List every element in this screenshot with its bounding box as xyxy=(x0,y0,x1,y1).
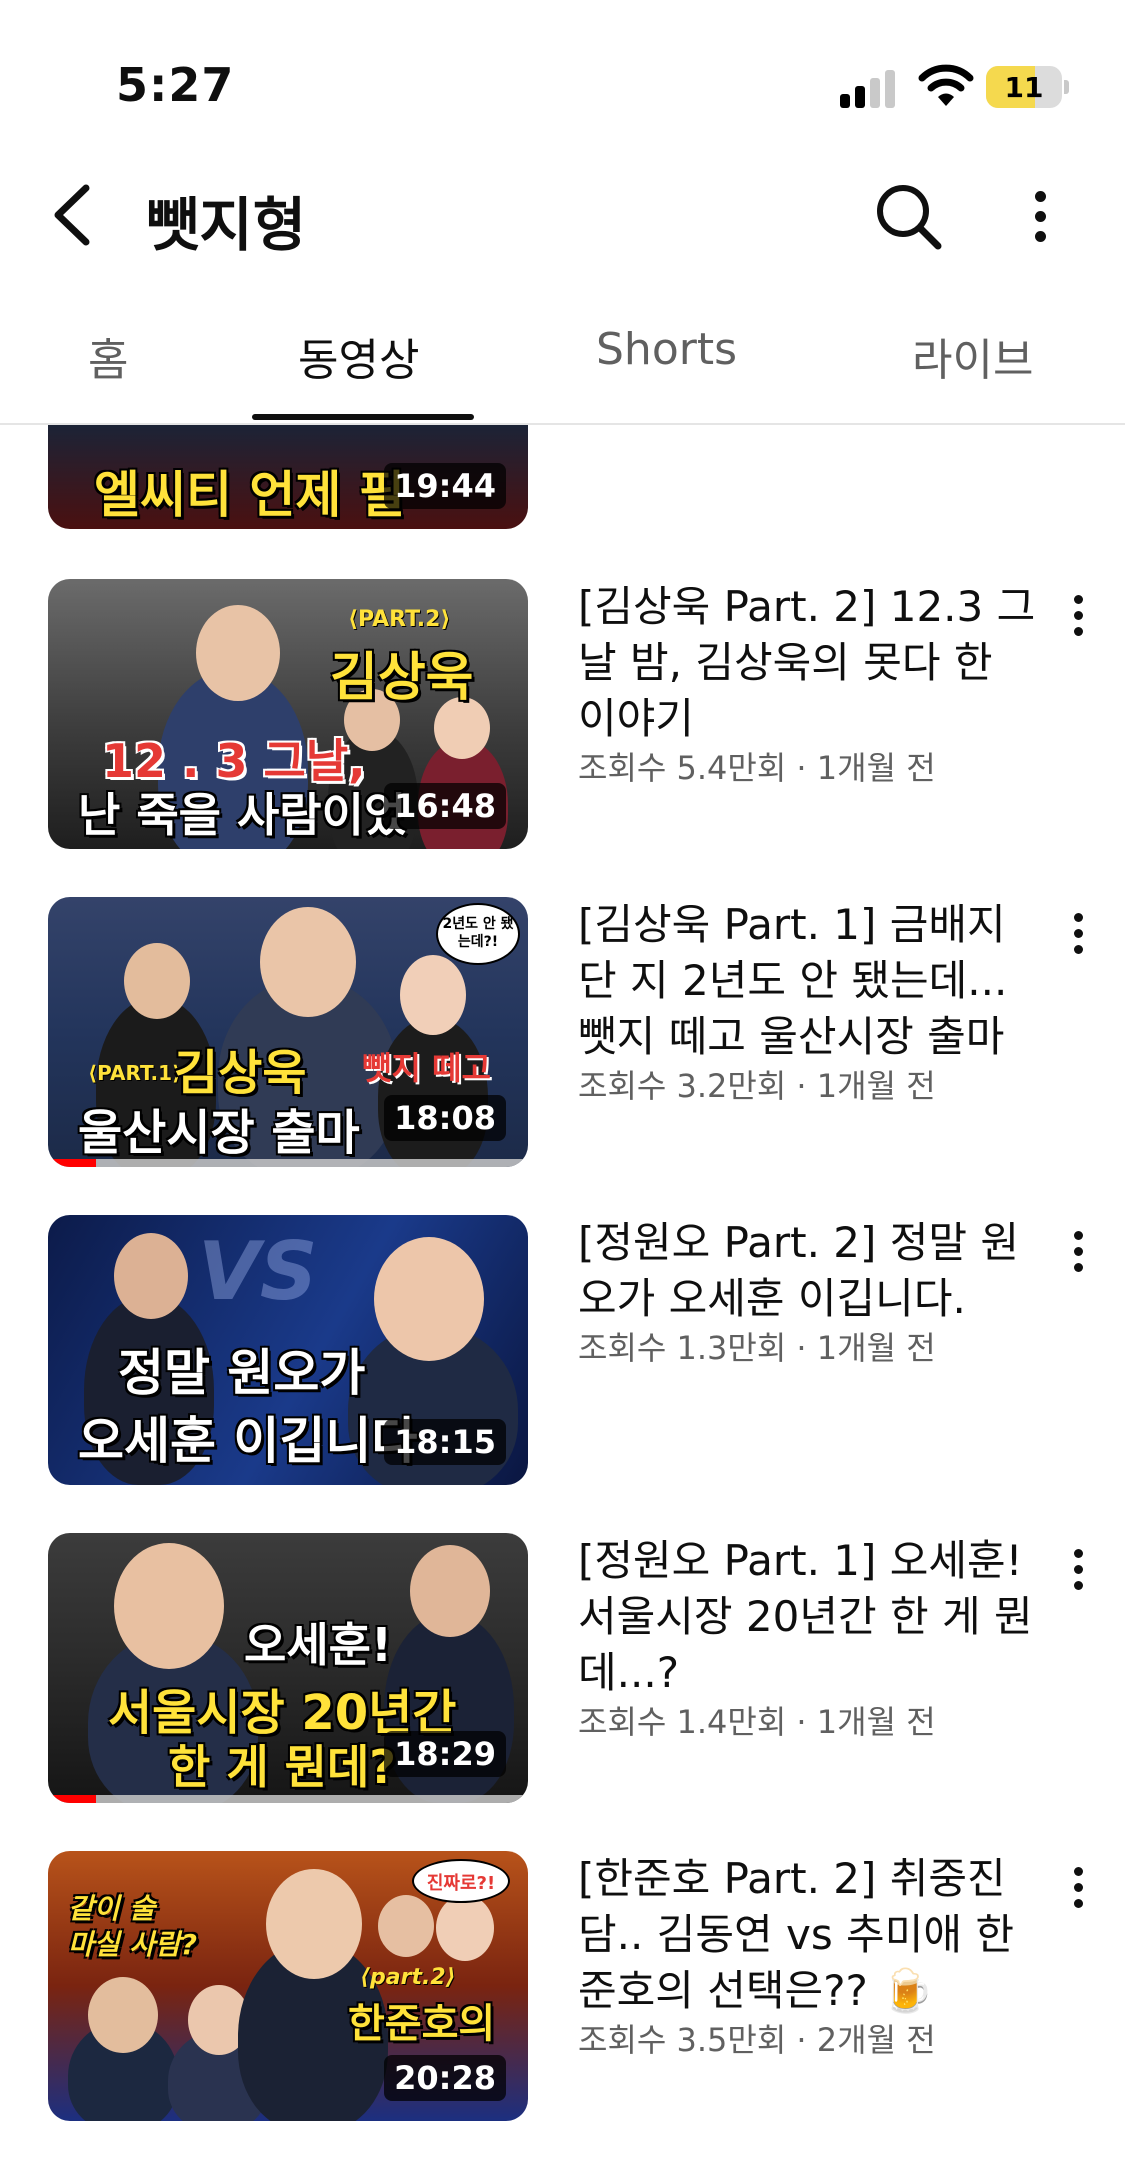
thumbnail-line2: 한 게 뭔데? xyxy=(168,1740,396,1794)
battery-tip xyxy=(1064,80,1069,94)
more-vert-icon xyxy=(1073,1548,1083,1558)
video-title[interactable]: [정원오 Part. 2] 정말 원오가 오세훈 이깁니다. xyxy=(578,1215,1038,1327)
video-duration: 16:48 xyxy=(384,783,506,829)
battery-icon: 11 xyxy=(986,66,1062,108)
more-options-button[interactable] xyxy=(1018,180,1062,252)
more-vert-icon xyxy=(1034,190,1046,202)
tab-shorts[interactable]: Shorts xyxy=(596,324,737,375)
video-info: [정원오 Part. 2] 정말 원오가 오세훈 이깁니다. 조회수 1.3만회… xyxy=(578,1215,1038,1369)
thumbnail-bubble: 진짜로?! xyxy=(426,1873,496,1894)
thumbnail-bubble: 2년도 안 됐는데?! xyxy=(442,916,514,950)
video-meta: 조회수 3.5만회 · 2개월 전 xyxy=(578,2021,936,2059)
thumbnail-line2: 울산시장 출마 xyxy=(78,1105,360,1161)
thumbnail-tag: ⟨PART.1⟩ xyxy=(88,1061,182,1085)
status-bar: 5:27 11 xyxy=(0,0,1125,150)
channel-title: 뺏지형 xyxy=(146,191,307,259)
thumbnail-extra: 뺏지 떼고 xyxy=(362,1049,491,1087)
video-menu-button[interactable] xyxy=(1058,903,1098,963)
video-title[interactable]: [김상욱 Part. 2] 12.3 그날 밤, 김상욱의 못다 한 이야기 xyxy=(578,579,1038,747)
thumbnail-caption: 엘씨티 언제 필 xyxy=(94,466,405,524)
thumbnail-line2: 난 죽을 사람이었 xyxy=(78,788,407,842)
more-vert-icon xyxy=(1073,1866,1083,1876)
watch-progress-bar xyxy=(48,1159,96,1167)
video-duration: 18:15 xyxy=(384,1419,506,1465)
video-meta: 조회수 1.3만회 · 1개월 전 xyxy=(578,1329,936,1367)
video-item[interactable]: VS 정말 원오가 오세훈 이깁니다 18:15 [정원오 Part. 2] 정… xyxy=(0,1215,1125,1485)
watch-progress-bar xyxy=(48,1795,96,1803)
video-meta: 조회수 1.4만회 · 1개월 전 xyxy=(578,1703,936,1741)
video-info: [김상욱 Part. 2] 12.3 그날 밤, 김상욱의 못다 한 이야기 조… xyxy=(578,579,1038,789)
tab-live[interactable]: 라이브 xyxy=(912,324,1033,388)
more-vert-icon xyxy=(1073,594,1083,604)
video-duration: 18:08 xyxy=(384,1095,506,1141)
thumbnail-line0: 오세훈! xyxy=(244,1618,392,1672)
thumbnail-line1: 마실 사람? xyxy=(68,1928,198,1961)
tab-videos[interactable]: 동영상 xyxy=(298,324,419,388)
video-item-partial[interactable]: 엘씨티 언제 필 19:44 xyxy=(0,425,1125,529)
video-info: [정원오 Part. 1] 오세훈! 서울시장 20년간 한 게 뭔데...? … xyxy=(578,1533,1038,1743)
thumbnail-line1: 정말 원오가 xyxy=(118,1344,366,1402)
video-duration: 18:29 xyxy=(384,1731,506,1777)
video-title[interactable]: [한준호 Part. 2] 취중진담.. 김동연 vs 추미애 한준호의 선택은… xyxy=(578,1851,1038,2019)
video-menu-button[interactable] xyxy=(1058,585,1098,645)
video-list[interactable]: 엘씨티 언제 필 19:44 ⟨PART.2⟩ 김상욱 12 . 3 그날, 난… xyxy=(0,425,1125,2161)
video-item[interactable]: ⟨PART.2⟩ 김상욱 12 . 3 그날, 난 죽을 사람이었 16:48 … xyxy=(0,579,1125,849)
video-info: [한준호 Part. 2] 취중진담.. 김동연 vs 추미애 한준호의 선택은… xyxy=(578,1851,1038,2061)
cellular-signal-icon xyxy=(840,68,900,108)
thumbnail-name: 김상욱 xyxy=(330,648,474,708)
video-thumbnail[interactable]: 엘씨티 언제 필 19:44 xyxy=(48,425,528,529)
chevron-left-icon xyxy=(54,184,90,246)
video-meta: 조회수 5.4만회 · 1개월 전 xyxy=(578,749,936,787)
video-info: [김상욱 Part. 1] 금배지 단 지 2년도 안 됐는데... 뺏지 떼고… xyxy=(578,897,1038,1107)
channel-header: 뺏지형 xyxy=(0,150,1125,280)
video-thumbnail[interactable]: 같이 술 마실 사람? 진짜로?! ⟨part.2⟩ 한준호의 20:28 xyxy=(48,1851,528,2121)
thumbnail-vs: VS xyxy=(198,1225,318,1318)
video-menu-button[interactable] xyxy=(1058,1221,1098,1281)
video-menu-button[interactable] xyxy=(1058,1539,1098,1599)
channel-tabs: 홈 동영상 Shorts 라이브 xyxy=(0,300,1125,425)
video-thumbnail[interactable]: 오세훈! 서울시장 20년간 한 게 뭔데? 18:29 xyxy=(48,1533,528,1803)
search-icon xyxy=(877,185,942,250)
video-menu-button[interactable] xyxy=(1058,1857,1098,1917)
video-item[interactable]: 2년도 안 됐는데?! ⟨PART.1⟩ 김상욱 뺏지 떼고 울산시장 출마 1… xyxy=(0,897,1125,1167)
video-title[interactable]: [김상욱 Part. 1] 금배지 단 지 2년도 안 됐는데... 뺏지 떼고… xyxy=(578,897,1038,1065)
video-title[interactable]: [정원오 Part. 1] 오세훈! 서울시장 20년간 한 게 뭔데...? xyxy=(578,1533,1038,1701)
video-thumbnail[interactable]: 2년도 안 됐는데?! ⟨PART.1⟩ 김상욱 뺏지 떼고 울산시장 출마 1… xyxy=(48,897,528,1167)
video-thumbnail[interactable]: ⟨PART.2⟩ 김상욱 12 . 3 그날, 난 죽을 사람이었 16:48 xyxy=(48,579,528,849)
video-meta: 조회수 3.2만회 · 1개월 전 xyxy=(578,1067,936,1105)
thumbnail-line2: 오세훈 이깁니다 xyxy=(78,1412,418,1470)
more-vert-icon xyxy=(1073,1230,1083,1240)
search-button[interactable] xyxy=(872,180,944,252)
thumbnail-tag: ⟨part.2⟩ xyxy=(360,1965,456,1990)
thumbnail-tag: ⟨PART.2⟩ xyxy=(348,607,451,632)
tab-home[interactable]: 홈 xyxy=(88,324,128,388)
battery-level: 11 xyxy=(1004,71,1044,104)
video-thumbnail[interactable]: VS 정말 원오가 오세훈 이깁니다 18:15 xyxy=(48,1215,528,1485)
thumbnail-name: 한준호의 xyxy=(348,2001,496,2047)
watch-progress-track xyxy=(48,1159,528,1167)
status-time: 5:27 xyxy=(116,58,235,112)
wifi-icon xyxy=(918,62,974,108)
video-duration: 19:44 xyxy=(384,463,506,509)
video-duration: 20:28 xyxy=(384,2055,506,2101)
video-item[interactable]: 오세훈! 서울시장 20년간 한 게 뭔데? 18:29 [정원오 Part. … xyxy=(0,1533,1125,1803)
back-button[interactable] xyxy=(40,180,104,250)
video-item[interactable]: 같이 술 마실 사람? 진짜로?! ⟨part.2⟩ 한준호의 20:28 [한… xyxy=(0,1851,1125,2121)
more-vert-icon xyxy=(1073,912,1083,922)
active-tab-indicator xyxy=(252,414,474,420)
watch-progress-track xyxy=(48,1795,528,1803)
thumbnail-line0: 같이 술 xyxy=(68,1892,156,1925)
